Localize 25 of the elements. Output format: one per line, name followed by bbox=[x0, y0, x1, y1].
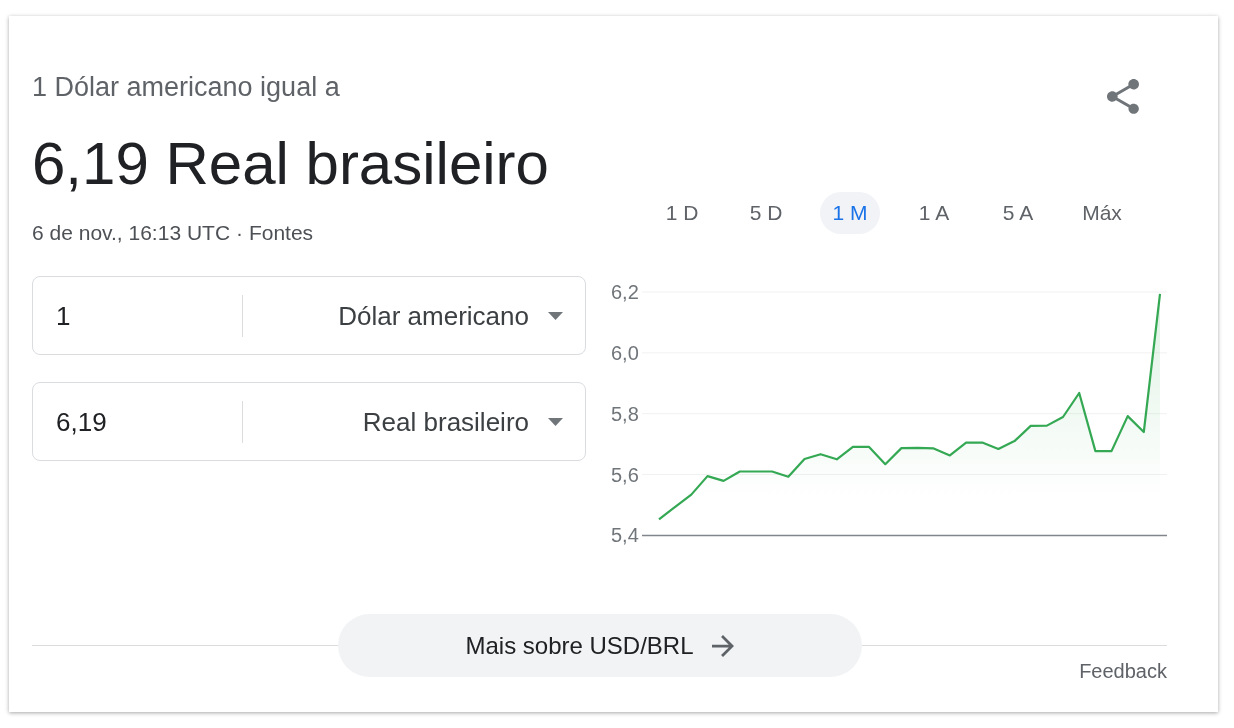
y-axis-label: 5,8 bbox=[611, 402, 639, 425]
sources-link[interactable]: Fontes bbox=[248, 220, 314, 246]
caret-icon bbox=[548, 417, 563, 426]
share-icon[interactable] bbox=[1107, 79, 1139, 114]
range-tab[interactable]: 1 D bbox=[652, 192, 712, 234]
currency-dropdown[interactable]: Real brasileiro bbox=[243, 405, 585, 438]
timestamp-text: 6 de nov., 16:13 UTC · bbox=[32, 220, 243, 246]
y-axis-label: 6,0 bbox=[611, 341, 639, 364]
y-axis-label: 5,4 bbox=[611, 524, 639, 545]
y-axis-label: 6,2 bbox=[611, 281, 639, 303]
range-tab[interactable]: 1 A bbox=[904, 192, 964, 234]
amount-field[interactable]: 6,19 bbox=[33, 405, 242, 438]
feedback-link[interactable]: Feedback bbox=[1079, 659, 1167, 683]
caret-icon bbox=[548, 311, 563, 320]
range-tab[interactable]: 5 A bbox=[988, 192, 1048, 234]
y-axis-label: 5,6 bbox=[611, 463, 639, 486]
conversion-label: 1 Dólar americano igual a bbox=[32, 71, 340, 103]
range-tab[interactable]: Máx bbox=[1072, 192, 1132, 234]
range-tab[interactable]: 1 M bbox=[820, 192, 880, 234]
conversion-result: 6,19 Real brasileiro bbox=[32, 129, 549, 199]
currency-dropdown[interactable]: Dólar americano bbox=[243, 299, 585, 332]
arrow-right-icon bbox=[711, 634, 734, 657]
range-tab[interactable]: 5 D bbox=[736, 192, 796, 234]
amount-field[interactable]: 1 bbox=[33, 299, 242, 332]
more-info-button[interactable]: Mais sobre USD/BRL bbox=[337, 614, 862, 677]
